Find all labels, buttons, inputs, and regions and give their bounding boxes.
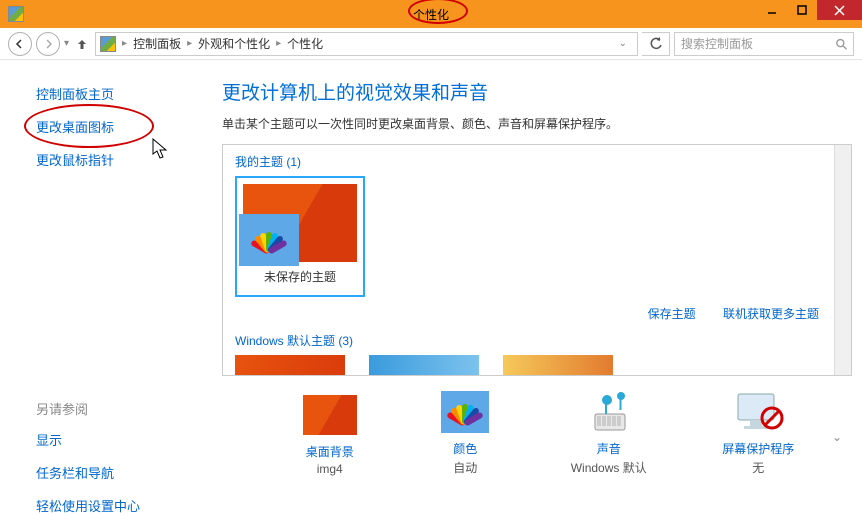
address-dropdown-icon[interactable]: ⌄ (613, 38, 633, 49)
sidebar-home-link[interactable]: 控制面板主页 (36, 84, 200, 103)
color-label: 颜色 (435, 440, 495, 457)
window-title: 个性化 (413, 6, 449, 23)
sidebar-display-link[interactable]: 显示 (36, 430, 200, 449)
screensaver-value: 无 (722, 459, 794, 476)
color-swatch-icon (239, 214, 299, 266)
theme-tile[interactable] (503, 355, 613, 376)
sidebar-change-pointer-link[interactable]: 更改鼠标指针 (36, 150, 200, 169)
close-button[interactable] (817, 0, 862, 20)
color-item[interactable]: 颜色 自动 (435, 388, 495, 476)
up-button[interactable] (73, 35, 91, 53)
sidebar-change-icons-link[interactable]: 更改桌面图标 (36, 117, 200, 136)
expand-icon[interactable]: ⌄ (832, 430, 842, 444)
chevron-right-icon[interactable]: ▸ (122, 38, 127, 49)
color-value: 自动 (435, 459, 495, 476)
breadcrumb-root[interactable]: 控制面板 (133, 35, 181, 52)
see-also-header: 另请参阅 (36, 399, 200, 418)
titlebar: 个性化 (0, 0, 862, 28)
chevron-right-icon[interactable]: ▸ (276, 38, 281, 49)
search-icon (835, 37, 847, 51)
window-icon (8, 6, 24, 22)
sound-label: 声音 (571, 440, 647, 457)
scroll-up-icon[interactable]: ▴ (837, 146, 849, 158)
theme-preview (243, 184, 357, 262)
navbar: ▾ ▸ 控制面板 ▸ 外观和个性化 ▸ 个性化 ⌄ (0, 28, 862, 60)
search-box[interactable] (674, 32, 854, 56)
color-icon (441, 391, 489, 433)
screensaver-item[interactable]: 屏幕保护程序 无 (722, 388, 794, 476)
scrollbar-thumb[interactable] (837, 159, 849, 219)
get-more-themes-link[interactable]: 联机获取更多主题 (723, 307, 819, 321)
breadcrumb-category[interactable]: 外观和个性化 (198, 35, 270, 52)
forward-button[interactable] (36, 32, 60, 56)
desktop-bg-value: img4 (300, 462, 360, 476)
window-controls (757, 0, 862, 20)
main-content: 更改计算机上的视觉效果和声音 单击某个主题可以一次性同时更改桌面背景、颜色、声音… (200, 60, 862, 500)
sound-value: Windows 默认 (571, 459, 647, 476)
controlpanel-icon (100, 36, 116, 52)
screensaver-icon (728, 388, 788, 436)
address-bar[interactable]: ▸ 控制面板 ▸ 外观和个性化 ▸ 个性化 ⌄ (95, 32, 638, 56)
refresh-button[interactable] (642, 32, 670, 56)
sidebar: 控制面板主页 更改桌面图标 更改鼠标指针 另请参阅 显示 任务栏和导航 轻松使用… (0, 60, 200, 500)
desktop-background-item[interactable]: 桌面背景 img4 (300, 391, 360, 476)
recent-dropdown-icon[interactable]: ▾ (64, 38, 69, 49)
sidebar-ease-link[interactable]: 轻松使用设置中心 (36, 496, 200, 515)
sound-item[interactable]: 声音 Windows 默认 (571, 388, 647, 476)
minimize-button[interactable] (757, 0, 787, 20)
screensaver-label: 屏幕保护程序 (722, 440, 794, 457)
desktop-bg-icon (303, 395, 357, 435)
chevron-right-icon[interactable]: ▸ (187, 38, 192, 49)
my-themes-header: 我的主题 (1) (235, 153, 839, 170)
page-subtext: 单击某个主题可以一次性同时更改桌面背景、颜色、声音和屏幕保护程序。 (222, 115, 852, 132)
breadcrumb-page[interactable]: 个性化 (287, 35, 323, 52)
maximize-button[interactable] (787, 0, 817, 20)
default-themes-header: Windows 默认主题 (3) (235, 332, 839, 349)
back-button[interactable] (8, 32, 32, 56)
save-theme-link[interactable]: 保存主题 (648, 307, 696, 321)
settings-row: 桌面背景 img4 颜色 自动 (222, 388, 852, 476)
themes-panel: ▴ 我的主题 (1) (222, 144, 852, 376)
page-heading: 更改计算机上的视觉效果和声音 (222, 78, 852, 105)
theme-tile[interactable] (369, 355, 479, 376)
desktop-bg-label: 桌面背景 (300, 443, 360, 460)
theme-name: 未保存的主题 (243, 268, 357, 285)
search-input[interactable] (681, 37, 829, 51)
theme-tile[interactable] (235, 355, 345, 376)
theme-tile[interactable]: 未保存的主题 (235, 176, 365, 297)
sound-icon (579, 388, 639, 436)
sidebar-taskbar-link[interactable]: 任务栏和导航 (36, 463, 200, 482)
